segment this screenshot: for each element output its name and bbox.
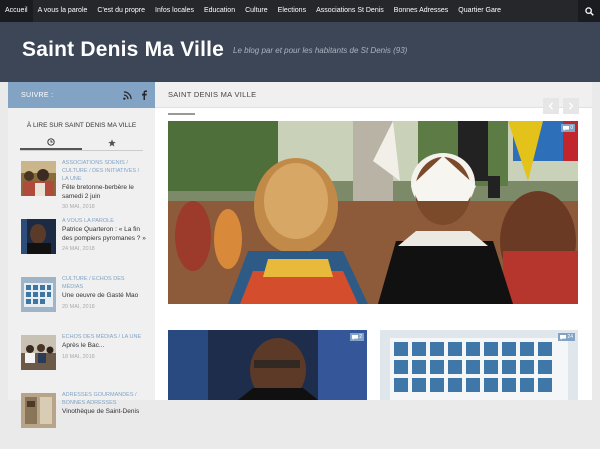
slider-nav: [543, 98, 579, 114]
post-title[interactable]: Vinothèque de Saint-Denis: [62, 408, 146, 417]
search-icon: [584, 6, 594, 16]
slider-next-button[interactable]: [563, 98, 579, 114]
featured-section-title: SAINT DENIS MA VILLE: [168, 90, 257, 99]
post-card-image: [380, 330, 578, 400]
sidebar: SUIVRE : À LIRE SUR SAINT DENIS MA VILLE…: [8, 82, 155, 428]
post-date: 18 MAI, 2018: [62, 353, 95, 360]
post-thumbnail[interactable]: [21, 335, 56, 370]
follow-label: SUIVRE :: [21, 91, 54, 99]
nav-item-accueil[interactable]: Accueil: [0, 0, 33, 22]
site-tagline: Le blog par et pour les habitants de St …: [233, 46, 408, 55]
post-card[interactable]: 24: [380, 330, 578, 400]
main-content: SAINT DENIS MA VILLE 0 2 24: [155, 82, 592, 400]
post-thumbnail[interactable]: [21, 161, 56, 196]
social-links: [123, 90, 147, 100]
nav-item-culture[interactable]: Culture: [240, 0, 273, 22]
nav-item-education[interactable]: Education: [199, 0, 240, 22]
comment-count-badge[interactable]: 2: [350, 333, 364, 341]
comment-count-badge[interactable]: 24: [558, 333, 575, 341]
post-thumbnail[interactable]: [21, 277, 56, 312]
nav-item-elections[interactable]: Elections: [273, 0, 311, 22]
list-item[interactable]: A VOUS LA PAROLE Patrice Quarteron : « L…: [21, 217, 155, 275]
post-category[interactable]: ADRESSES GOURMANDES / BONNES ADRESSES: [62, 391, 146, 407]
follow-bar: SUIVRE :: [8, 82, 155, 108]
widget-tabs: [20, 136, 143, 151]
comment-icon: [563, 125, 570, 131]
post-title[interactable]: Après le Bac...: [62, 342, 146, 351]
post-title[interactable]: Une oeuvre de Gasté Mao: [62, 292, 146, 301]
tab-popular[interactable]: [82, 136, 144, 150]
list-item[interactable]: CULTURE / ECHOS DES MÉDIAS Une oeuvre de…: [21, 275, 155, 333]
tab-recent[interactable]: [20, 136, 82, 150]
nav-item-a-vous-la-parole[interactable]: A vous la parole: [33, 0, 93, 22]
nav-item-quartier-gare[interactable]: Quartier Gare: [453, 0, 506, 22]
nav-item-associations-st-denis[interactable]: Associations St Denis: [311, 0, 389, 22]
post-card[interactable]: 2: [168, 330, 367, 400]
site-header: Saint Denis Ma Ville Le blog par et pour…: [0, 22, 600, 82]
comment-count: 0: [570, 125, 573, 131]
featured-bar: SAINT DENIS MA VILLE: [155, 82, 592, 108]
nav-item-cest-du-propre[interactable]: C'est du propre: [92, 0, 150, 22]
nav-item-infos-locales[interactable]: Infos locales: [150, 0, 199, 22]
post-category[interactable]: ECHOS DES MÉDIAS / LA UNE: [62, 333, 146, 341]
facebook-icon[interactable]: [141, 90, 147, 100]
post-thumbnail[interactable]: [21, 219, 56, 254]
comment-icon: [352, 334, 359, 340]
widget-title: À LIRE SUR SAINT DENIS MA VILLE: [26, 122, 137, 129]
chevron-left-icon: [548, 102, 554, 110]
list-item[interactable]: ECHOS DES MÉDIAS / LA UNE Après le Bac..…: [21, 333, 155, 391]
festival-photo: [168, 121, 578, 304]
post-category[interactable]: A VOUS LA PAROLE: [62, 217, 146, 225]
comment-count: 2: [359, 334, 362, 340]
post-category[interactable]: CULTURE / ECHOS DES MÉDIAS: [62, 275, 146, 291]
top-navigation: Accueil A vous la parole C'est du propre…: [0, 0, 600, 22]
comment-count: 24: [567, 334, 573, 340]
post-date: 30 MAI, 2018: [62, 204, 95, 210]
clock-icon: [47, 138, 55, 146]
post-thumbnail[interactable]: [21, 393, 56, 428]
slider-prev-button[interactable]: [543, 98, 559, 114]
nav-item-bonnes-adresses[interactable]: Bonnes Adresses: [389, 0, 453, 22]
post-category[interactable]: ASSOCIATIONS SDENIS / CULTURE / DES INIT…: [62, 159, 146, 183]
comment-icon: [560, 334, 567, 340]
comment-count-badge[interactable]: 0: [561, 124, 575, 132]
star-icon: [108, 139, 116, 147]
post-date: 20 MAI, 2018: [62, 303, 95, 310]
post-title[interactable]: Fête bretonne-berbère le samedi 2 juin: [62, 184, 146, 201]
section-underline: [168, 113, 195, 115]
post-card-image: [168, 330, 367, 400]
featured-post-image[interactable]: 0: [168, 121, 578, 304]
post-list: ASSOCIATIONS SDENIS / CULTURE / DES INIT…: [21, 159, 155, 449]
list-item[interactable]: ASSOCIATIONS SDENIS / CULTURE / DES INIT…: [21, 159, 155, 217]
post-title[interactable]: Patrice Quarteron : « La fin des pompier…: [62, 226, 146, 243]
rss-icon[interactable]: [123, 90, 132, 100]
site-title[interactable]: Saint Denis Ma Ville: [22, 38, 224, 62]
chevron-right-icon: [568, 102, 574, 110]
post-date: 24 MAI, 2018: [62, 246, 95, 252]
search-button[interactable]: [578, 0, 600, 22]
